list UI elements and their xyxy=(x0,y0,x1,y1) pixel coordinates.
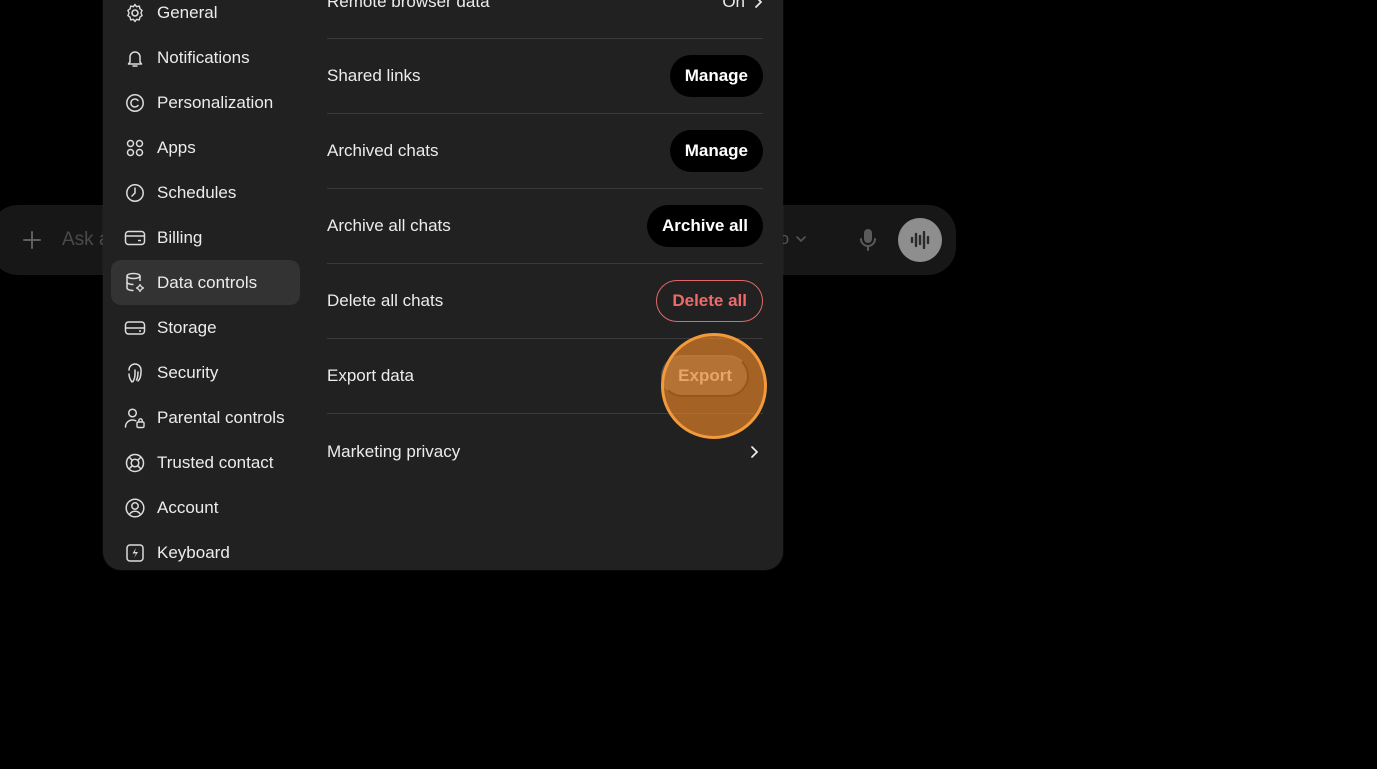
chevron-right-icon xyxy=(755,0,763,8)
sidebar-item-general[interactable]: General xyxy=(111,0,300,35)
sidebar-item-keyboard[interactable]: Keyboard xyxy=(111,530,300,575)
sidebar-item-parental-controls[interactable]: Parental controls xyxy=(111,395,300,440)
chevron-down-icon xyxy=(796,236,806,243)
sidebar-item-label: Keyboard xyxy=(157,542,230,562)
sidebar-item-label: Personalization xyxy=(157,92,274,112)
setting-row-export-data: Export data Export xyxy=(327,339,763,414)
manage-archived-chats-button[interactable]: Manage xyxy=(669,130,763,172)
user-circle-icon xyxy=(124,497,146,519)
setting-row-shared-links: Shared links Manage xyxy=(327,39,763,114)
bell-icon xyxy=(124,47,146,69)
sidebar-item-account[interactable]: Account xyxy=(111,485,300,530)
setting-value[interactable]: On xyxy=(722,0,763,12)
database-gear-icon xyxy=(124,272,146,294)
sidebar-item-security[interactable]: Security xyxy=(111,350,300,395)
setting-row-delete-all-chats: Delete all chats Delete all xyxy=(327,264,763,339)
screen: Ask a ro General Notifications xyxy=(0,0,1377,769)
sidebar-item-label: Notifications xyxy=(157,47,250,67)
chevron-right-icon xyxy=(751,445,759,458)
sidebar-item-label: Billing xyxy=(157,227,203,247)
sidebar-item-personalization[interactable]: Personalization xyxy=(111,80,300,125)
sidebar-item-label: Trusted contact xyxy=(157,452,274,472)
sidebar-item-notifications[interactable]: Notifications xyxy=(111,35,300,80)
setting-row-archived-chats: Archived chats Manage xyxy=(327,114,763,189)
plus-icon[interactable] xyxy=(18,226,46,254)
setting-label: Export data xyxy=(327,366,414,385)
setting-label: Remote browser data xyxy=(327,0,490,11)
setting-label: Shared links xyxy=(327,66,421,85)
sidebar-item-label: Data controls xyxy=(157,272,258,292)
export-button[interactable]: Export xyxy=(661,355,749,397)
user-lock-icon xyxy=(124,407,146,429)
data-controls-panel: Remote browser data On Shared links Mana… xyxy=(327,0,763,489)
sidebar-item-data-controls[interactable]: Data controls xyxy=(111,260,300,305)
sidebar-item-schedules[interactable]: Schedules xyxy=(111,170,300,215)
lifebuoy-icon xyxy=(124,452,146,474)
sidebar-item-label: Storage xyxy=(157,317,217,337)
gear-icon xyxy=(124,2,146,24)
sidebar-item-storage[interactable]: Storage xyxy=(111,305,300,350)
clock-icon xyxy=(124,182,146,204)
setting-row-remote-browser-data[interactable]: Remote browser data On xyxy=(327,0,763,39)
sidebar-item-label: Parental controls xyxy=(157,407,285,427)
voice-mode-button[interactable] xyxy=(898,218,942,262)
settings-sidebar: General Notifications Personalization Ap… xyxy=(111,0,300,575)
setting-label: Marketing privacy xyxy=(327,441,461,461)
sidebar-item-label: Apps xyxy=(157,137,196,157)
delete-all-button[interactable]: Delete all xyxy=(656,280,763,322)
setting-label: Archived chats xyxy=(327,141,439,160)
credit-card-icon xyxy=(124,227,146,249)
sidebar-item-label: Account xyxy=(157,497,219,517)
manage-shared-links-button[interactable]: Manage xyxy=(669,55,763,97)
sidebar-item-label: Schedules xyxy=(157,182,237,202)
fingerprint-icon xyxy=(124,362,146,384)
apps-grid-icon xyxy=(124,137,146,159)
settings-modal: General Notifications Personalization Ap… xyxy=(103,0,783,570)
keyboard-icon xyxy=(124,542,146,564)
setting-label: Archive all chats xyxy=(327,216,451,235)
sidebar-item-apps[interactable]: Apps xyxy=(111,125,300,170)
archive-all-button[interactable]: Archive all xyxy=(647,205,763,247)
waveform-icon xyxy=(910,231,930,249)
sidebar-item-label: General xyxy=(157,2,218,22)
palette-icon xyxy=(124,92,146,114)
setting-label: Delete all chats xyxy=(327,291,444,310)
setting-row-archive-all-chats: Archive all chats Archive all xyxy=(327,189,763,264)
setting-row-marketing-privacy[interactable]: Marketing privacy xyxy=(327,414,763,489)
setting-value-text: On xyxy=(722,0,745,11)
sidebar-item-billing[interactable]: Billing xyxy=(111,215,300,260)
microphone-icon[interactable] xyxy=(856,227,880,253)
sidebar-item-trusted-contact[interactable]: Trusted contact xyxy=(111,440,300,485)
sidebar-item-label: Security xyxy=(157,362,219,382)
storage-drive-icon xyxy=(124,317,146,339)
